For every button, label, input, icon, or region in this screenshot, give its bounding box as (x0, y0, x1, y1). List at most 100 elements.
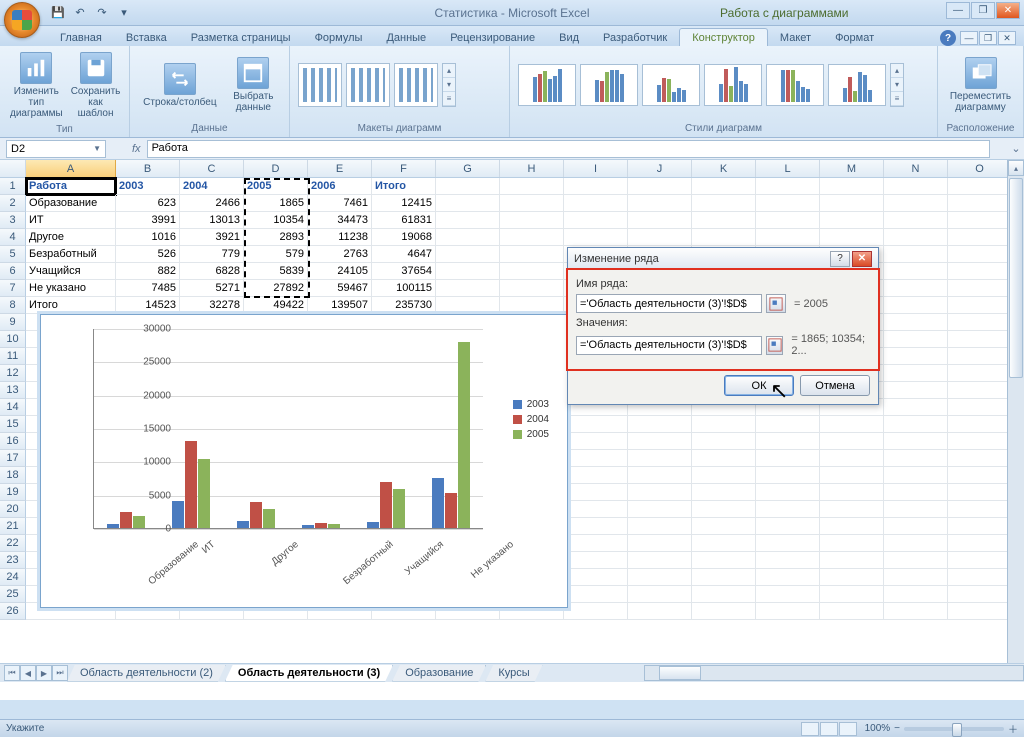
cell[interactable] (628, 569, 692, 586)
cell[interactable]: 7461 (308, 195, 372, 212)
zoom-level[interactable]: 100% (865, 723, 891, 734)
cell[interactable]: 2763 (308, 246, 372, 263)
dialog-close-icon[interactable]: ✕ (852, 251, 872, 267)
cell[interactable] (820, 501, 884, 518)
row-header[interactable]: 15 (0, 416, 26, 433)
cancel-button[interactable]: Отмена (800, 375, 870, 396)
cell[interactable] (884, 484, 948, 501)
cell[interactable] (564, 535, 628, 552)
cell[interactable] (884, 263, 948, 280)
cell[interactable] (564, 450, 628, 467)
minimize-button[interactable]: — (946, 2, 970, 19)
cell[interactable] (692, 433, 756, 450)
ribbon-tab-макет[interactable]: Макет (768, 29, 823, 46)
cell[interactable]: 49422 (244, 297, 308, 314)
cell[interactable]: 2004 (180, 178, 244, 195)
cell[interactable]: 5839 (244, 263, 308, 280)
workbook-restore-button[interactable]: ❐ (979, 31, 997, 45)
cell[interactable] (500, 195, 564, 212)
next-sheet-icon[interactable]: ▶ (36, 665, 52, 681)
move-chart-button[interactable]: Переместить диаграмму (946, 55, 1015, 115)
office-button[interactable] (4, 2, 40, 38)
ribbon-tab-формулы[interactable]: Формулы (303, 29, 375, 46)
cell[interactable]: 7485 (116, 280, 180, 297)
page-break-view-icon[interactable] (839, 722, 857, 736)
ribbon-tab-главная[interactable]: Главная (48, 29, 114, 46)
cell[interactable]: 19068 (372, 229, 436, 246)
cell[interactable] (756, 450, 820, 467)
row-header[interactable]: 26 (0, 603, 26, 620)
row-header[interactable]: 23 (0, 552, 26, 569)
cell[interactable] (756, 467, 820, 484)
cell[interactable] (692, 501, 756, 518)
row-header[interactable]: 3 (0, 212, 26, 229)
select-all-button[interactable] (0, 160, 26, 177)
cell[interactable] (884, 569, 948, 586)
cell[interactable] (692, 552, 756, 569)
cell[interactable] (692, 467, 756, 484)
row-header[interactable]: 19 (0, 484, 26, 501)
cell[interactable] (692, 229, 756, 246)
cell[interactable] (692, 603, 756, 620)
cell[interactable] (820, 586, 884, 603)
cell[interactable] (436, 178, 500, 195)
sheet-tab[interactable]: Область деятельности (2) (67, 665, 226, 682)
cell[interactable] (756, 484, 820, 501)
cell[interactable] (756, 586, 820, 603)
column-header-N[interactable]: N (884, 160, 948, 177)
cell[interactable] (628, 535, 692, 552)
cell[interactable] (564, 484, 628, 501)
cell[interactable]: Работа (26, 178, 116, 195)
cell[interactable] (564, 501, 628, 518)
cell[interactable] (884, 365, 948, 382)
cell[interactable]: 14523 (116, 297, 180, 314)
cell[interactable] (884, 552, 948, 569)
cell[interactable] (884, 501, 948, 518)
chart-style-option[interactable] (704, 64, 762, 106)
cell[interactable] (628, 501, 692, 518)
worksheet-grid[interactable]: ABCDEFGHIJKLMNO 1Работа2003200420052006И… (0, 160, 1024, 700)
last-sheet-icon[interactable]: ⏭ (52, 665, 68, 681)
cell[interactable] (948, 399, 1012, 416)
column-header-H[interactable]: H (500, 160, 564, 177)
cell[interactable] (884, 280, 948, 297)
cell[interactable] (884, 212, 948, 229)
cell[interactable] (692, 195, 756, 212)
cell[interactable]: 34473 (308, 212, 372, 229)
cell[interactable] (948, 552, 1012, 569)
save-icon[interactable]: 💾 (48, 3, 68, 23)
undo-icon[interactable]: ↶ (70, 3, 90, 23)
cell[interactable]: Итого (372, 178, 436, 195)
cell[interactable] (948, 263, 1012, 280)
cell[interactable]: 61831 (372, 212, 436, 229)
cell[interactable] (628, 586, 692, 603)
cell[interactable]: 2005 (244, 178, 308, 195)
row-header[interactable]: 25 (0, 586, 26, 603)
cell[interactable] (564, 178, 628, 195)
cell[interactable] (948, 229, 1012, 246)
cell[interactable] (756, 518, 820, 535)
cell[interactable]: Итого (26, 297, 116, 314)
formula-bar[interactable]: Работа (147, 140, 990, 158)
change-chart-type-button[interactable]: Изменить тип диаграммы (8, 50, 65, 121)
cell[interactable] (436, 263, 500, 280)
cell[interactable] (692, 586, 756, 603)
cell[interactable] (692, 212, 756, 229)
cell[interactable] (948, 450, 1012, 467)
cell[interactable]: 59467 (308, 280, 372, 297)
cell[interactable] (884, 348, 948, 365)
ribbon-tab-рецензирование[interactable]: Рецензирование (438, 29, 547, 46)
cell[interactable]: 3991 (116, 212, 180, 229)
cell[interactable] (948, 382, 1012, 399)
cell[interactable] (884, 450, 948, 467)
cell[interactable] (820, 450, 884, 467)
cell[interactable] (564, 195, 628, 212)
column-header-J[interactable]: J (628, 160, 692, 177)
column-header-M[interactable]: M (820, 160, 884, 177)
cell[interactable]: 10354 (244, 212, 308, 229)
ribbon-tab-данные[interactable]: Данные (374, 29, 438, 46)
cell[interactable] (884, 178, 948, 195)
cell[interactable]: ИТ (26, 212, 116, 229)
column-header-I[interactable]: I (564, 160, 628, 177)
row-header[interactable]: 6 (0, 263, 26, 280)
